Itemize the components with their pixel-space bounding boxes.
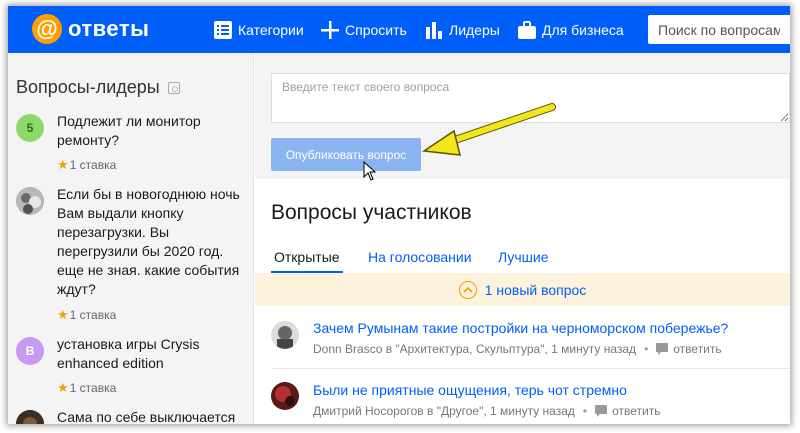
nav-leaders[interactable]: Лидеры [425,18,500,42]
sidebar-title: Вопросы-лидеры [16,77,180,98]
nav-ask-label: Спросить [345,22,407,38]
list-icon [214,21,232,39]
question-title-link[interactable]: Зачем Румынам такие постройки на черномо… [313,320,728,336]
bar-chart-icon [426,22,442,39]
leader-question[interactable]: 5 Подлежит ли монитор ремонту? ★ 1 ставк… [16,112,248,172]
question-item: Зачем Румынам такие постройки на черномо… [255,306,790,364]
avatar[interactable] [16,187,44,215]
chevron-up-icon [458,280,477,299]
reply-label: ответить [612,404,661,418]
avatar[interactable] [271,382,299,410]
help-icon[interactable] [167,81,180,94]
tab-voting[interactable]: На голосовании [368,249,472,265]
nav-ask[interactable]: Спросить [321,18,407,42]
question-item: Были не приятные ощущения, терь чот стре… [255,369,790,424]
reply-link[interactable]: ответить [595,404,660,418]
user-photo-icon [16,410,44,424]
new-questions-text: 1 новый вопрос [484,281,587,298]
nav-business[interactable]: Для бизнеса [518,18,624,42]
user-photo-icon [16,187,44,215]
avatar[interactable]: B [16,337,44,365]
leader-question[interactable]: B установка игры Crysis enhanced edition… [16,335,248,395]
nav-categories[interactable]: Категории [214,18,304,42]
question-title-link[interactable]: Были не приятные ощущения, терь чот стре… [313,382,627,398]
main-content: Опубликовать вопрос Вопросы участников О… [255,53,790,424]
separator-dot: • [644,342,649,356]
stake-text: 1 ставка [69,381,117,395]
star-icon: ★ [57,157,69,172]
question-author-info[interactable]: Дмитрий Носорогов в "Другое", 1 минуту н… [313,404,575,418]
tab-best[interactable]: Лучшие [498,249,548,265]
stake-text: 1 ставка [69,308,117,322]
leader-question-text[interactable]: Сама по себе выключается [57,408,247,424]
user-photo-icon [271,321,299,349]
star-icon: ★ [57,307,69,322]
ask-question-panel: Опубликовать вопрос [255,53,790,181]
stake-badge: ★ 1 ставка [57,157,116,173]
reply-label: ответить [673,342,722,356]
comment-icon [656,343,669,355]
nav-business-label: Для бизнеса [542,22,624,38]
search-input[interactable] [648,15,790,44]
avatar-letter: 5 [26,121,34,135]
leader-question-text[interactable]: установка игры Crysis enhanced edition [57,335,247,373]
reply-link[interactable]: ответить [656,342,722,356]
top-header: @ ответы Категории Спросить Лидеры Для б… [8,6,790,53]
question-meta: Donn Brasco в "Архитектура, Скульптура",… [313,342,722,356]
leader-question[interactable]: Если бы в новогоднюю ночь Вам выдали кно… [16,185,248,325]
star-icon: ★ [57,380,69,395]
avatar[interactable]: 5 [16,114,44,142]
user-photo-icon [271,382,299,410]
section-title: Вопросы участников [271,201,472,224]
sidebar-title-text: Вопросы-лидеры [16,77,160,97]
tab-open[interactable]: Открытые [274,249,340,265]
leader-question[interactable]: Сама по себе выключается [16,408,248,424]
leaders-sidebar: Вопросы-лидеры 5 Подлежит ли монитор рем… [8,53,254,424]
question-author-info[interactable]: Donn Brasco в "Архитектура, Скульптура",… [313,342,636,356]
mouse-cursor-icon [363,161,377,181]
logo-text: ответы [68,16,150,41]
stake-text: 1 ставка [69,158,117,172]
publish-question-button[interactable]: Опубликовать вопрос [271,138,421,171]
comment-icon [595,405,608,417]
leader-question-text[interactable]: Если бы в новогоднюю ночь Вам выдали кно… [57,185,247,299]
new-questions-notice[interactable]: 1 новый вопрос [255,273,790,306]
briefcase-icon [518,21,536,39]
avatar-letter: B [25,344,35,358]
questions-tabs: Открытые На голосовании Лучшие [255,241,790,274]
page-frame: @ ответы Категории Спросить Лидеры Для б… [8,6,790,424]
plus-icon [321,21,339,39]
avatar[interactable] [16,410,44,424]
logo[interactable]: @ ответы [32,14,149,44]
nav-leaders-label: Лидеры [449,22,500,38]
leader-question-text[interactable]: Подлежит ли монитор ремонту? [57,112,247,150]
question-meta: Дмитрий Носорогов в "Другое", 1 минуту н… [313,404,660,418]
stake-badge: ★ 1 ставка [57,380,116,396]
logo-at-icon: @ [32,14,62,44]
avatar[interactable] [271,321,299,349]
nav-categories-label: Категории [238,22,304,38]
stake-badge: ★ 1 ставка [57,307,116,323]
yellow-arrow-icon [421,103,556,156]
separator-dot: • [582,404,588,418]
